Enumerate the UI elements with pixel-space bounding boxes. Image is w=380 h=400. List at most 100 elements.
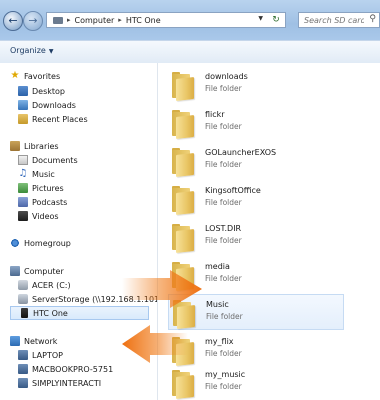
- folder-type: File folder: [205, 382, 242, 391]
- computer-icon: [18, 378, 28, 388]
- nav-label: Libraries: [24, 141, 59, 151]
- nav-label: Homegroup: [24, 238, 71, 248]
- folder-type: File folder: [205, 122, 242, 131]
- nav-homegroup[interactable]: Homegroup: [10, 236, 71, 250]
- drag-arrow-right-icon: [122, 270, 202, 308]
- nav-item-videos[interactable]: Videos: [18, 209, 59, 223]
- recent-places-icon: [18, 114, 28, 124]
- address-field[interactable]: ▸ Computer ▸ HTC One ▼ ↻: [46, 12, 286, 28]
- folder-type: File folder: [205, 274, 242, 283]
- folder-item[interactable]: my_flix File folder: [170, 332, 345, 368]
- nav-item-podcasts[interactable]: Podcasts: [18, 195, 67, 209]
- folder-item[interactable]: my_music File folder: [170, 365, 345, 400]
- folder-name: Music: [206, 300, 229, 309]
- library-icon: [10, 141, 20, 151]
- address-bar-area: ← → ▸ Computer ▸ HTC One ▼ ↻ ⚲: [0, 0, 380, 40]
- computer-icon: [18, 350, 28, 360]
- hard-drive-icon: [18, 280, 28, 290]
- search-icon[interactable]: ⚲: [369, 14, 376, 24]
- nav-label: Desktop: [32, 86, 65, 96]
- documents-icon: [18, 155, 28, 165]
- nav-label: Downloads: [32, 100, 76, 110]
- folder-item[interactable]: KingsoftOffice File folder: [170, 181, 345, 217]
- network-icon: [10, 336, 20, 346]
- music-note-icon: ♫: [18, 168, 28, 179]
- folder-type: File folder: [205, 198, 242, 207]
- folder-name: GOLauncherEXOS: [205, 148, 277, 157]
- nav-item-desktop[interactable]: Desktop: [18, 84, 65, 98]
- drag-arrow-left-icon: [122, 325, 188, 363]
- folder-item[interactable]: LOST.DIR File folder: [170, 219, 345, 255]
- nav-libraries[interactable]: Libraries: [10, 139, 59, 153]
- nav-computer[interactable]: Computer: [10, 264, 64, 278]
- search-input[interactable]: [299, 13, 364, 27]
- nav-label: Videos: [32, 211, 59, 221]
- folder-name: my_flix: [205, 337, 234, 346]
- folder-name: KingsoftOffice: [205, 186, 261, 195]
- folder-item[interactable]: downloads File folder: [170, 67, 345, 103]
- nav-label: LAPTOP: [32, 350, 63, 360]
- refresh-icon[interactable]: ↻: [269, 14, 283, 26]
- nav-item-downloads[interactable]: Downloads: [18, 98, 76, 112]
- nav-label: Podcasts: [32, 197, 68, 207]
- organize-button[interactable]: Organize ▼: [10, 46, 53, 55]
- nav-label: SIMPLYINTERACTI: [32, 378, 102, 388]
- nav-item-recent-places[interactable]: Recent Places: [18, 112, 88, 126]
- nav-item-simplyinteracti[interactable]: SIMPLYINTERACTI: [18, 376, 101, 390]
- nav-label: Pictures: [32, 183, 64, 193]
- chevron-right-icon[interactable]: ▸: [118, 16, 122, 24]
- command-bar: Organize ▼: [0, 40, 380, 64]
- forward-button[interactable]: →: [23, 11, 43, 31]
- pictures-icon: [18, 183, 28, 193]
- computer-icon: [53, 16, 63, 24]
- videos-icon: [18, 211, 28, 221]
- computer-icon: [18, 364, 28, 374]
- homegroup-icon: [10, 238, 20, 248]
- chevron-down-icon: ▼: [48, 48, 54, 55]
- nav-network[interactable]: Network: [10, 334, 57, 348]
- breadcrumb-computer[interactable]: Computer: [75, 16, 115, 25]
- explorer-window: ← → ▸ Computer ▸ HTC One ▼ ↻ ⚲ Organize▼…: [0, 0, 380, 400]
- nav-item-htc-one[interactable]: HTC One: [10, 306, 149, 320]
- search-box[interactable]: ⚲: [298, 12, 380, 28]
- nav-label: Network: [24, 336, 58, 346]
- folder-icon: [170, 368, 198, 399]
- nav-item-pictures[interactable]: Pictures: [18, 181, 64, 195]
- folder-name: my_music: [205, 370, 246, 379]
- nav-item-acer-drive[interactable]: ACER (C:): [18, 278, 71, 292]
- chevron-right-icon[interactable]: ▸: [67, 16, 71, 24]
- folder-name: LOST.DIR: [205, 224, 242, 233]
- nav-item-macbookpro[interactable]: MACBOOKPRO-5751: [18, 362, 113, 376]
- folder-type: File folder: [206, 312, 243, 321]
- folder-item[interactable]: flickr File folder: [170, 105, 345, 141]
- folder-type: File folder: [205, 236, 242, 245]
- breadcrumb-htc-one[interactable]: HTC One: [126, 16, 161, 25]
- nav-label: ACER (C:): [32, 280, 71, 290]
- folder-name: flickr: [205, 110, 225, 119]
- folder-icon: [170, 222, 198, 253]
- chevron-down-icon[interactable]: ▼: [258, 15, 263, 22]
- folder-type: File folder: [205, 349, 242, 358]
- nav-item-documents[interactable]: Documents: [18, 153, 78, 167]
- back-button[interactable]: ←: [3, 11, 23, 31]
- phone-icon: [21, 308, 28, 318]
- computer-icon: [10, 266, 20, 276]
- nav-label: HTC One: [33, 308, 68, 318]
- nav-label: Favorites: [24, 71, 61, 81]
- folder-icon: [170, 184, 198, 215]
- folder-icon: [170, 146, 198, 177]
- nav-label: Music: [32, 169, 55, 179]
- arrow-left-icon: ←: [8, 14, 18, 27]
- nav-label: Documents: [32, 155, 78, 165]
- nav-label: MACBOOKPRO-5751: [32, 364, 114, 374]
- folder-item[interactable]: GOLauncherEXOS File folder: [170, 143, 345, 179]
- desktop-icon: [18, 86, 28, 96]
- organize-label: Organize: [10, 46, 46, 55]
- nav-item-laptop[interactable]: LAPTOP: [18, 348, 63, 362]
- nav-favorites[interactable]: ★ Favorites: [10, 69, 61, 83]
- nav-item-music[interactable]: ♫ Music: [18, 167, 55, 181]
- nav-label: Recent Places: [32, 114, 88, 124]
- folder-icon: [170, 70, 198, 101]
- star-icon: ★: [10, 70, 20, 81]
- folder-name: media: [205, 262, 230, 271]
